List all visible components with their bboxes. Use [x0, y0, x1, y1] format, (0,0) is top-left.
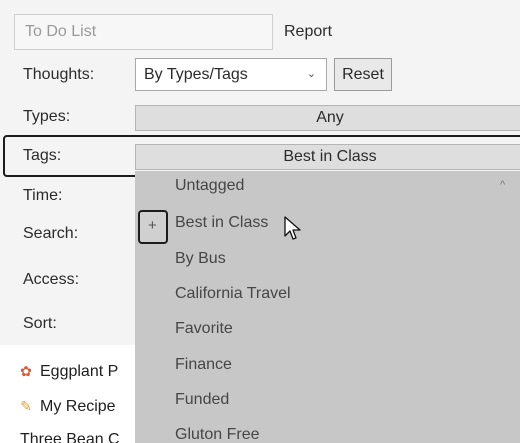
list-item-label: My Recipe [40, 398, 116, 415]
tab-report[interactable]: Report [284, 14, 332, 50]
list-item-label: Three Bean C [20, 431, 120, 443]
thoughts-select-value: By Types/Tags [144, 66, 248, 83]
list-item-label: Eggplant P [40, 363, 119, 380]
list-item[interactable]: Three Bean C [20, 431, 120, 443]
types-label: Types: [23, 108, 71, 125]
dropdown-item[interactable]: Untagged [175, 177, 244, 195]
dropdown-item[interactable]: Finance [175, 356, 232, 374]
scroll-up-icon[interactable]: ^ [500, 179, 505, 191]
dropdown-item[interactable]: Favorite [175, 320, 233, 338]
dropdown-item[interactable]: Best in Class [175, 214, 268, 232]
tags-dropdown-list[interactable]: Untagged Best in Class By Bus California… [135, 171, 520, 443]
award-icon: ✿ [20, 363, 32, 379]
thoughts-label: Thoughts: [23, 66, 95, 83]
time-label: Time: [23, 187, 63, 204]
reset-button[interactable]: Reset [334, 58, 392, 91]
sort-label: Sort: [23, 315, 57, 332]
pencil-icon: ✎ [20, 398, 32, 414]
chevron-down-icon: ⌄ [306, 68, 316, 80]
types-selector[interactable]: Any [135, 105, 520, 131]
dropdown-item[interactable]: California Travel [175, 285, 291, 303]
dropdown-item[interactable]: Gluton Free [175, 426, 259, 443]
list-item[interactable]: ✿ Eggplant P [18, 363, 118, 381]
add-tag-button[interactable]: + [138, 210, 168, 244]
list-item[interactable]: ✎ My Recipe [18, 398, 116, 416]
thoughts-select[interactable]: By Types/Tags ⌄ [135, 58, 327, 91]
plus-icon: + [148, 217, 157, 234]
tab-to-do-list[interactable]: To Do List [14, 14, 273, 50]
dropdown-item[interactable]: Funded [175, 391, 229, 409]
thought-list [0, 345, 135, 443]
access-label: Access: [23, 271, 80, 288]
dropdown-item[interactable]: By Bus [175, 250, 226, 268]
mouse-pointer-icon [284, 216, 301, 240]
search-label: Search: [23, 225, 79, 242]
report-panel: To Do List Report Thoughts: By Types/Tag… [0, 0, 520, 443]
